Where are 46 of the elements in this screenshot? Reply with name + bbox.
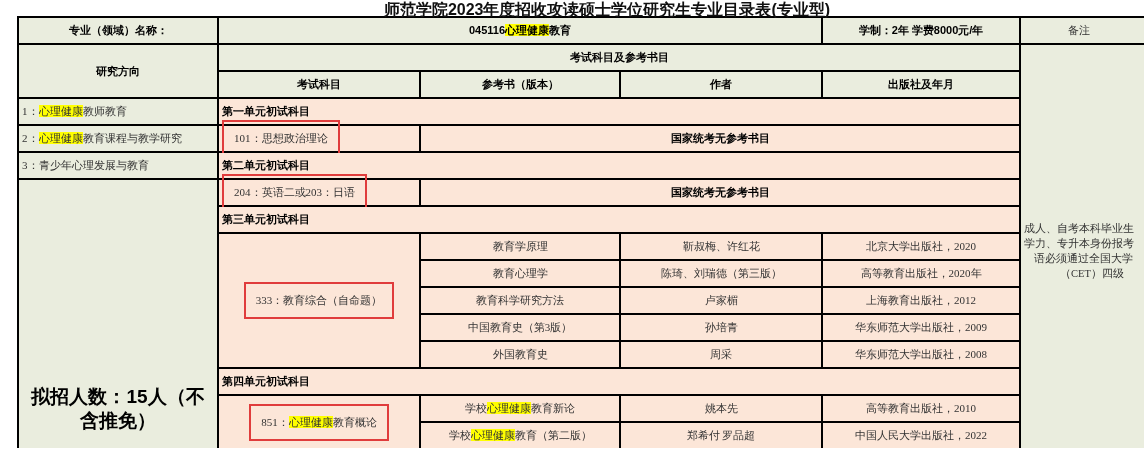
unit-title: 第一单元初试科目: [222, 104, 310, 119]
book-author: 卢家楣: [704, 293, 738, 308]
research-direction: 2：心理健康教育课程与教学研究: [22, 131, 182, 146]
column-header: 作者: [710, 77, 732, 92]
column-header: 考试科目及参考书目: [569, 50, 669, 65]
book-title: 教育心理学: [492, 266, 548, 281]
book-publisher: 高等教育出版社，2010: [866, 401, 976, 416]
no-reference-note: 国家统考无参考书目: [670, 185, 770, 200]
book-title: 教育学原理: [492, 239, 548, 254]
book-title: 中国教育史（第3版）: [467, 320, 573, 335]
remark-line: 学力、专升本身份报考: [1024, 236, 1134, 251]
column-header: 出版社及年月: [888, 77, 954, 92]
field-label: 专业（领域）名称：: [68, 23, 168, 38]
book-publisher: 华东师范大学出版社，2008: [855, 347, 987, 362]
table-title: 师范学院2023年度招收攻读硕士学位研究生专业目录表(专业型): [382, 0, 832, 16]
book-publisher: 北京大学出版社，2020: [866, 239, 976, 254]
book-author: 周采: [710, 347, 732, 362]
remark-line: 语必须通过全国大学: [1033, 251, 1133, 266]
unit-title: 第四单元初试科目: [222, 374, 310, 389]
research-direction: 3：青少年心理发展与教育: [22, 158, 149, 173]
remark-line: （CET）四级: [1059, 266, 1124, 281]
remark-line: 成人、自考本科毕业生: [1024, 221, 1134, 236]
book-publisher: 中国人民大学出版社，2022: [855, 428, 987, 443]
book-title: 教育科学研究方法: [476, 293, 564, 308]
book-title: 外国教育史: [492, 347, 548, 362]
column-header: 参考书（版本）: [481, 77, 559, 92]
column-header: 考试科目: [297, 77, 341, 92]
book-publisher: 上海教育出版社，2012: [866, 293, 976, 308]
enrollment-count: 拟招人数：15人（不含推免）: [29, 384, 206, 434]
duration-fee: 学制：2年 学费8000元/年: [858, 23, 984, 38]
book-author: 陈琦、刘瑞德（第三版）: [660, 266, 782, 281]
column-header: 研究方向: [96, 63, 140, 79]
book-author: 郑希付 罗品超: [686, 428, 756, 443]
exam-subject: 333：教育综合（自命题）: [243, 282, 395, 319]
book-publisher: 高等教育出版社，2020年: [860, 266, 982, 281]
book-author: 姚本先: [704, 401, 738, 416]
book-title: 学校心理健康教育新论: [465, 401, 575, 416]
unit-title: 第三单元初试科目: [222, 212, 310, 227]
unit-title: 第二单元初试科目: [222, 158, 310, 173]
book-author: 孙培青: [704, 320, 738, 335]
no-reference-note: 国家统考无参考书目: [670, 131, 770, 146]
column-header: 备注: [1067, 23, 1090, 38]
exam-subject: 851：心理健康教育概论: [249, 403, 389, 441]
research-direction: 1：心理健康教师教育: [22, 104, 127, 119]
book-publisher: 华东师范大学出版社，2009: [855, 320, 987, 335]
book-author: 靳叔梅、许红花: [682, 239, 760, 254]
